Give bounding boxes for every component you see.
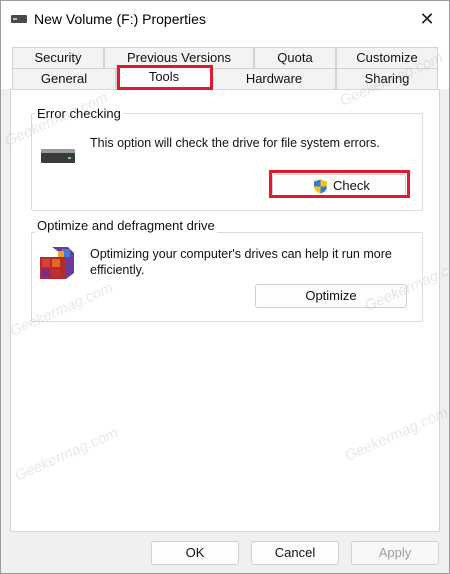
error-checking-title: Error checking <box>35 106 123 121</box>
tab-security[interactable]: Security <box>12 47 104 68</box>
tab-sharing[interactable]: Sharing <box>336 68 438 89</box>
tab-general[interactable]: General <box>12 68 116 89</box>
apply-button-label: Apply <box>378 545 412 560</box>
drive-icon <box>41 149 75 163</box>
cancel-button[interactable]: Cancel <box>251 541 339 565</box>
optimize-description: Optimizing your computer's drives can he… <box>90 247 392 277</box>
tools-panel: Error checking This option will check th… <box>10 89 440 532</box>
defragment-icon <box>40 247 74 279</box>
close-button[interactable]: ✕ <box>405 1 449 37</box>
ok-button[interactable]: OK <box>151 541 239 565</box>
cancel-button-label: Cancel <box>274 545 316 560</box>
dialog-footer: OK Cancel Apply <box>1 533 449 573</box>
tab-strip: Security Previous Versions Quota Customi… <box>1 37 449 90</box>
tab-customize[interactable]: Customize <box>336 47 438 68</box>
title-bar: New Volume (F:) Properties ✕ <box>1 1 449 37</box>
tab-hardware[interactable]: Hardware <box>212 68 336 89</box>
tab-quota[interactable]: Quota <box>254 47 336 68</box>
ok-button-label: OK <box>185 545 205 560</box>
properties-window: New Volume (F:) Properties ✕ Security Pr… <box>0 0 450 574</box>
check-button-label: Check <box>333 178 370 193</box>
window-title: New Volume (F:) Properties <box>34 11 206 27</box>
error-checking-description: This option will check the drive for fil… <box>90 136 380 150</box>
optimize-button[interactable]: Optimize <box>255 284 407 308</box>
apply-button[interactable]: Apply <box>351 541 439 565</box>
tab-tools[interactable]: Tools <box>116 66 212 90</box>
check-button[interactable]: Check <box>272 174 406 198</box>
optimize-button-label: Optimize <box>305 288 357 303</box>
optimize-title: Optimize and defragment drive <box>35 218 217 233</box>
uac-shield-icon <box>314 179 327 194</box>
drive-title-icon <box>11 15 27 23</box>
close-icon: ✕ <box>419 8 435 29</box>
tab-previous-versions[interactable]: Previous Versions <box>104 47 254 68</box>
